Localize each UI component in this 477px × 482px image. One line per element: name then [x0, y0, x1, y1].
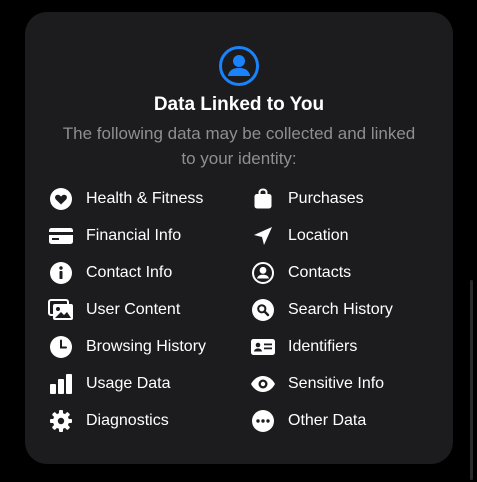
info-icon	[48, 260, 74, 286]
magnifier-icon	[250, 297, 276, 323]
heart-icon	[48, 186, 74, 212]
person-circle-icon	[250, 260, 276, 286]
item-user-content: User Content	[48, 297, 180, 323]
item-label: Search History	[288, 301, 393, 318]
item-health-fitness: Health & Fitness	[48, 186, 203, 212]
item-label: Contact Info	[86, 264, 173, 281]
item-search-history: Search History	[250, 297, 393, 323]
ellipsis-icon	[250, 408, 276, 434]
item-label: Location	[288, 227, 349, 244]
item-contacts: Contacts	[250, 260, 351, 286]
scrollbar[interactable]	[470, 280, 473, 480]
item-contact-info: Contact Info	[48, 260, 172, 286]
item-sensitive-info: Sensitive Info	[250, 371, 384, 397]
gear-icon	[48, 408, 74, 434]
clock-icon	[48, 334, 74, 360]
item-diagnostics: Diagnostics	[48, 408, 169, 434]
eye-icon	[250, 371, 276, 397]
item-label: Usage Data	[86, 375, 171, 392]
location-arrow-icon	[250, 223, 276, 249]
item-location: Location	[250, 223, 349, 249]
item-label: Contacts	[288, 264, 352, 281]
page-subtitle: The following data may be collected and …	[62, 124, 416, 168]
item-label: Financial Info	[86, 227, 182, 244]
item-label: Other Data	[288, 412, 367, 429]
item-label: Browsing History	[86, 338, 207, 355]
person-circle-icon	[218, 45, 260, 87]
item-label: Health & Fitness	[86, 190, 204, 207]
id-card-icon	[250, 334, 276, 360]
item-label: Diagnostics	[86, 412, 169, 429]
item-label: Identifiers	[288, 338, 358, 355]
item-usage-data: Usage Data	[48, 371, 171, 397]
bar-chart-icon	[48, 371, 74, 397]
credit-card-icon	[48, 223, 74, 249]
item-label: Purchases	[288, 190, 364, 207]
photos-icon	[48, 297, 74, 323]
item-other-data: Other Data	[250, 408, 366, 434]
shopping-bag-icon	[250, 186, 276, 212]
page-title: Data Linked to You	[153, 94, 325, 115]
item-browsing-history: Browsing History	[48, 334, 206, 360]
item-label: User Content	[86, 301, 181, 318]
item-identifiers: Identifiers	[250, 334, 357, 360]
item-financial-info: Financial Info	[48, 223, 181, 249]
item-label: Sensitive Info	[288, 375, 385, 392]
item-purchases: Purchases	[250, 186, 364, 212]
